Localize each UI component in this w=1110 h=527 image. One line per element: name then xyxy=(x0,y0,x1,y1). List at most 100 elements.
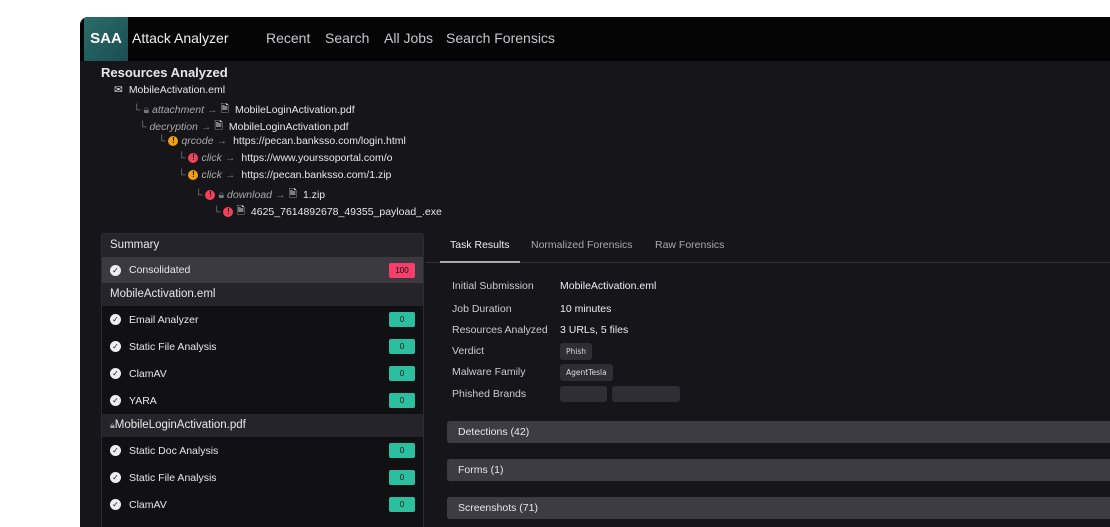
score-badge: 0 xyxy=(389,339,415,354)
pdf-file-icon: 🗎 xyxy=(214,120,223,132)
mail-icon: ✉ xyxy=(114,84,123,96)
section-forms[interactable]: Forms (1) xyxy=(447,459,1110,481)
check-icon: ✓ xyxy=(110,499,121,510)
value-initial-submission: MobileActivation.eml xyxy=(560,280,657,292)
arrow-icon: → xyxy=(224,152,236,164)
arrow-icon: → xyxy=(207,104,218,116)
score-badge: 0 xyxy=(389,470,415,485)
label-initial-submission: Initial Submission xyxy=(452,280,534,292)
nav-search-forensics[interactable]: Search Forensics xyxy=(446,30,555,46)
arrow-icon: → xyxy=(216,135,228,147)
check-icon: ✓ xyxy=(110,314,121,325)
arrow-icon: → xyxy=(224,169,236,181)
summary-group-header: MobileActivation.eml xyxy=(102,283,423,306)
alert-icon: ! xyxy=(205,190,216,200)
tree-node[interactable]: └! click → https://pecan.banksso.com/1.zip xyxy=(178,169,391,181)
item-label: Email Analyzer xyxy=(129,313,199,326)
alert-icon: ! xyxy=(168,136,179,146)
group-name: MobileActivation.eml xyxy=(110,288,216,300)
resource-name: 1.zip xyxy=(302,189,326,201)
tab-raw-forensics[interactable]: Raw Forensics xyxy=(655,239,724,251)
relation-label: qrcode xyxy=(181,135,214,147)
item-label: ClamAV xyxy=(129,498,167,511)
tree-connector: └ xyxy=(139,121,147,133)
resource-name: https://www.yourssoportal.com/o xyxy=(241,152,393,164)
tree-node[interactable]: └! click → https://www.yourssoportal.com/o xyxy=(178,152,393,164)
tree-node[interactable]: └! qrcode → https://pecan.banksso.com/login… xyxy=(158,135,406,147)
label-job-duration: Job Duration xyxy=(452,303,512,315)
label-verdict: Verdict xyxy=(452,345,485,357)
alert-icon: ! xyxy=(188,170,199,180)
nav-recent[interactable]: Recent xyxy=(266,30,310,46)
tree-connector: └ xyxy=(213,206,221,218)
summary-item[interactable]: ✓ Email Analyzer 0 xyxy=(102,306,423,333)
summary-item[interactable]: ✓ ClamAV 0 xyxy=(102,360,423,387)
summary-item[interactable]: ✓ Static File Analysis 0 xyxy=(102,333,423,360)
summary-item[interactable]: ✓ ClamAV 0 xyxy=(102,491,423,518)
resource-name: https://pecan.banksso.com/login.html xyxy=(233,135,406,147)
top-nav: SAA Attack Analyzer Recent Search All Jo… xyxy=(80,17,1110,61)
item-label: YARA xyxy=(129,394,157,407)
summary-group-header: 🔒︎MobileLoginActivation.pdf xyxy=(102,414,423,437)
nav-all-jobs[interactable]: All Jobs xyxy=(384,30,433,46)
resource-name: MobileActivation.eml xyxy=(128,84,226,96)
check-icon: ✓ xyxy=(110,472,121,483)
zip-file-icon: 🗎 xyxy=(288,188,297,200)
summary-item[interactable]: ✓ YARA 0 xyxy=(102,387,423,414)
app-title[interactable]: Attack Analyzer xyxy=(132,30,229,46)
resource-name: MobileLoginActivation.pdf xyxy=(228,121,349,133)
tree-connector: └ xyxy=(178,152,186,164)
check-icon: ✓ xyxy=(110,264,121,276)
value-job-duration: 10 minutes xyxy=(560,303,612,315)
item-label: Consolidated xyxy=(129,264,191,276)
arrow-icon: → xyxy=(275,189,286,201)
relation-label: download xyxy=(227,189,272,201)
section-detections[interactable]: Detections (42) xyxy=(447,421,1110,443)
check-icon: ✓ xyxy=(110,341,121,352)
active-tab-indicator xyxy=(440,261,520,263)
tree-connector: └ xyxy=(195,189,203,201)
score-badge: 100 xyxy=(389,262,415,278)
relation-label: click xyxy=(201,152,222,164)
nav-search[interactable]: Search xyxy=(325,30,369,46)
tree-node[interactable]: └ decryption → 🗎 MobileLoginActivation.pdf xyxy=(139,118,349,136)
check-icon: ✓ xyxy=(110,368,121,379)
summary-item[interactable]: ✓ Static Doc Analysis 0 xyxy=(102,437,423,464)
lock-icon: 🔒︎ xyxy=(143,103,150,116)
alert-icon: ! xyxy=(223,207,234,217)
lock-icon: 🔒︎ xyxy=(218,188,225,201)
app-window: SAA Attack Analyzer Recent Search All Jo… xyxy=(80,17,1110,527)
value-resources: 3 URLs, 5 files xyxy=(560,324,629,336)
item-label: Static File Analysis xyxy=(129,471,217,484)
summary-item-consolidated[interactable]: ✓ Consolidated 100 xyxy=(102,257,423,283)
tab-task-results[interactable]: Task Results xyxy=(450,239,510,251)
tree-node[interactable]: ✉ MobileActivation.eml xyxy=(114,84,225,96)
relation-label: decryption xyxy=(149,121,198,133)
tree-node[interactable]: └ 🔒︎ attachment → 🗎 MobileLoginActivation.pdf xyxy=(133,101,355,119)
resource-name: https://pecan.banksso.com/1.zip xyxy=(241,169,392,181)
score-badge: 0 xyxy=(389,497,415,512)
logo[interactable]: SAA xyxy=(84,17,128,61)
tab-divider xyxy=(426,262,1110,263)
relation-label: attachment xyxy=(152,104,204,116)
check-icon: ✓ xyxy=(110,445,121,456)
summary-panel: Summary ✓ Consolidated 100 MobileActivatio… xyxy=(101,233,424,527)
tree-node[interactable]: └! 🔒︎ download → 🗎 1.zip xyxy=(195,186,325,204)
item-label: ClamAV xyxy=(129,367,167,380)
resources-title: Resources Analyzed xyxy=(101,65,228,80)
tree-connector: └ xyxy=(133,104,141,116)
label-resources: Resources Analyzed xyxy=(452,324,548,336)
arrow-icon: → xyxy=(200,121,212,133)
brand-tag xyxy=(560,386,607,402)
label-phished-brands: Phished Brands xyxy=(452,388,527,400)
score-badge: 0 xyxy=(389,312,415,327)
relation-label: click xyxy=(201,169,222,181)
score-badge: 0 xyxy=(389,366,415,381)
tree-connector: └ xyxy=(178,169,186,181)
summary-item[interactable]: ✓ Static File Analysis 0 xyxy=(102,464,423,491)
tab-normalized-forensics[interactable]: Normalized Forensics xyxy=(531,239,633,251)
score-badge: 0 xyxy=(389,443,415,458)
section-screenshots[interactable]: Screenshots (71) xyxy=(447,497,1110,519)
tree-node[interactable]: └! 🗎 4625_7614892678_49355_payload_.exe xyxy=(213,203,442,221)
malware-family-tag: AgentTesla xyxy=(560,364,613,381)
